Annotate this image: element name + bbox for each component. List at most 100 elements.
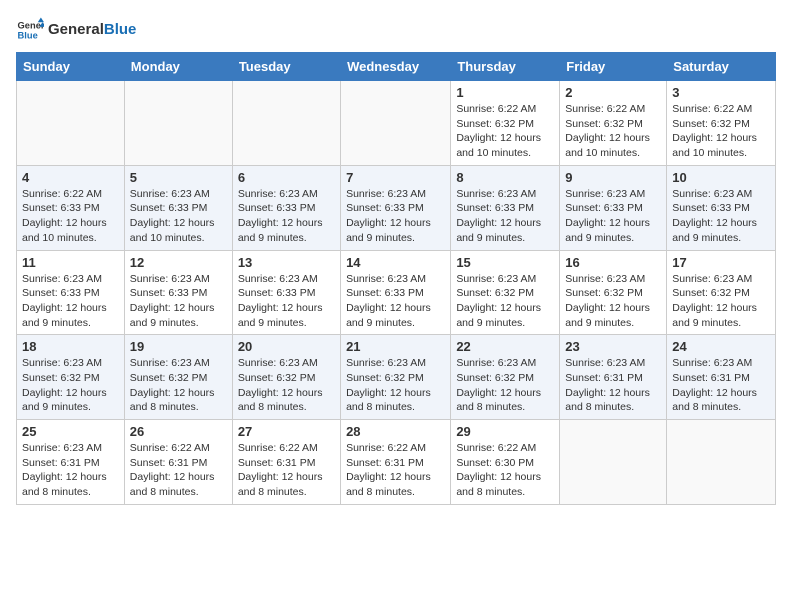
day-number: 15: [456, 255, 554, 270]
day-info: Sunrise: 6:23 AMSunset: 6:33 PMDaylight:…: [130, 187, 227, 246]
calendar-cell: 29 Sunrise: 6:22 AMSunset: 6:30 PMDayligh…: [451, 420, 560, 505]
calendar-cell: 6 Sunrise: 6:23 AMSunset: 6:33 PMDaylight…: [232, 165, 340, 250]
day-number: 12: [130, 255, 227, 270]
calendar-cell: 18 Sunrise: 6:23 AMSunset: 6:32 PMDayligh…: [17, 335, 125, 420]
calendar-cell: 22Sunrise: 6:23 AMSunset: 6:32 PMDayligh…: [451, 335, 560, 420]
calendar-cell: 1 Sunrise: 6:22 AMSunset: 6:32 PMDaylight…: [451, 81, 560, 166]
day-number: 5: [130, 170, 227, 185]
calendar-cell: 17Sunrise: 6:23 AMSunset: 6:32 PMDayligh…: [667, 250, 776, 335]
day-info: Sunrise: 6:22 AMSunset: 6:32 PMDaylight:…: [565, 102, 661, 161]
calendar-cell: 25 Sunrise: 6:23 AMSunset: 6:31 PMDayligh…: [17, 420, 125, 505]
calendar-cell: [667, 420, 776, 505]
calendar-cell: 27Sunrise: 6:22 AMSunset: 6:31 PMDayligh…: [232, 420, 340, 505]
svg-text:Blue: Blue: [18, 31, 38, 41]
day-info: Sunrise: 6:23 AMSunset: 6:33 PMDaylight:…: [130, 272, 227, 331]
calendar-cell: 26 Sunrise: 6:22 AMSunset: 6:31 PMDayligh…: [124, 420, 232, 505]
day-info: Sunrise: 6:23 AMSunset: 6:32 PMDaylight:…: [22, 356, 119, 415]
day-number: 6: [238, 170, 335, 185]
calendar-cell: 13 Sunrise: 6:23 AMSunset: 6:33 PMDayligh…: [232, 250, 340, 335]
calendar-cell: 15Sunrise: 6:23 AMSunset: 6:32 PMDayligh…: [451, 250, 560, 335]
day-info: Sunrise: 6:23 AMSunset: 6:33 PMDaylight:…: [346, 272, 445, 331]
calendar-header-row: SundayMondayTuesdayWednesdayThursdayFrid…: [17, 53, 776, 81]
calendar-cell: 21 Sunrise: 6:23 AMSunset: 6:32 PMDayligh…: [341, 335, 451, 420]
calendar-cell: 28 Sunrise: 6:22 AMSunset: 6:31 PMDayligh…: [341, 420, 451, 505]
week-row-1: 4Sunrise: 6:22 AMSunset: 6:33 PMDaylight…: [17, 165, 776, 250]
header-wednesday: Wednesday: [341, 53, 451, 81]
logo-blue: Blue: [104, 21, 137, 38]
day-info: Sunrise: 6:22 AMSunset: 6:31 PMDaylight:…: [130, 441, 227, 500]
day-number: 29: [456, 424, 554, 439]
day-info: Sunrise: 6:23 AMSunset: 6:32 PMDaylight:…: [238, 356, 335, 415]
calendar-cell: 10 Sunrise: 6:23 AMSunset: 6:33 PMDayligh…: [667, 165, 776, 250]
day-number: 28: [346, 424, 445, 439]
day-info: Sunrise: 6:22 AMSunset: 6:32 PMDaylight:…: [456, 102, 554, 161]
day-number: 22: [456, 339, 554, 354]
header-thursday: Thursday: [451, 53, 560, 81]
day-number: 25: [22, 424, 119, 439]
week-row-2: 11 Sunrise: 6:23 AMSunset: 6:33 PMDayligh…: [17, 250, 776, 335]
calendar-cell: [560, 420, 667, 505]
calendar-cell: 5 Sunrise: 6:23 AMSunset: 6:33 PMDaylight…: [124, 165, 232, 250]
day-number: 8: [456, 170, 554, 185]
day-info: Sunrise: 6:22 AMSunset: 6:31 PMDaylight:…: [346, 441, 445, 500]
day-number: 7: [346, 170, 445, 185]
day-number: 2: [565, 85, 661, 100]
day-number: 14: [346, 255, 445, 270]
day-info: Sunrise: 6:23 AMSunset: 6:31 PMDaylight:…: [22, 441, 119, 500]
day-info: Sunrise: 6:23 AMSunset: 6:32 PMDaylight:…: [346, 356, 445, 415]
day-number: 27: [238, 424, 335, 439]
calendar-table: SundayMondayTuesdayWednesdayThursdayFrid…: [16, 52, 776, 505]
week-row-0: 1 Sunrise: 6:22 AMSunset: 6:32 PMDaylight…: [17, 81, 776, 166]
logo-icon: General Blue: [16, 16, 44, 44]
day-number: 9: [565, 170, 661, 185]
day-number: 3: [672, 85, 770, 100]
header-saturday: Saturday: [667, 53, 776, 81]
day-number: 1: [456, 85, 554, 100]
day-number: 11: [22, 255, 119, 270]
calendar-cell: 4Sunrise: 6:22 AMSunset: 6:33 PMDaylight…: [17, 165, 125, 250]
calendar-cell: [17, 81, 125, 166]
header-tuesday: Tuesday: [232, 53, 340, 81]
logo: General Blue GeneralBlue: [16, 16, 136, 44]
calendar-cell: 7 Sunrise: 6:23 AMSunset: 6:33 PMDaylight…: [341, 165, 451, 250]
day-info: Sunrise: 6:23 AMSunset: 6:33 PMDaylight:…: [456, 187, 554, 246]
day-info: Sunrise: 6:23 AMSunset: 6:32 PMDaylight:…: [672, 272, 770, 331]
header-sunday: Sunday: [17, 53, 125, 81]
day-info: Sunrise: 6:23 AMSunset: 6:33 PMDaylight:…: [238, 272, 335, 331]
calendar-cell: 9Sunrise: 6:23 AMSunset: 6:33 PMDaylight…: [560, 165, 667, 250]
day-number: 16: [565, 255, 661, 270]
calendar-cell: 2 Sunrise: 6:22 AMSunset: 6:32 PMDaylight…: [560, 81, 667, 166]
calendar-cell: 3Sunrise: 6:22 AMSunset: 6:32 PMDaylight…: [667, 81, 776, 166]
day-info: Sunrise: 6:23 AMSunset: 6:31 PMDaylight:…: [672, 356, 770, 415]
day-info: Sunrise: 6:23 AMSunset: 6:31 PMDaylight:…: [565, 356, 661, 415]
day-number: 18: [22, 339, 119, 354]
calendar-cell: [341, 81, 451, 166]
day-number: 13: [238, 255, 335, 270]
calendar-cell: 12 Sunrise: 6:23 AMSunset: 6:33 PMDayligh…: [124, 250, 232, 335]
day-info: Sunrise: 6:22 AMSunset: 6:30 PMDaylight:…: [456, 441, 554, 500]
calendar-cell: 16 Sunrise: 6:23 AMSunset: 6:32 PMDayligh…: [560, 250, 667, 335]
day-info: Sunrise: 6:23 AMSunset: 6:33 PMDaylight:…: [672, 187, 770, 246]
calendar-cell: 11 Sunrise: 6:23 AMSunset: 6:33 PMDayligh…: [17, 250, 125, 335]
day-info: Sunrise: 6:22 AMSunset: 6:33 PMDaylight:…: [22, 187, 119, 246]
calendar-cell: 19Sunrise: 6:23 AMSunset: 6:32 PMDayligh…: [124, 335, 232, 420]
calendar-cell: 8 Sunrise: 6:23 AMSunset: 6:33 PMDaylight…: [451, 165, 560, 250]
day-number: 23: [565, 339, 661, 354]
calendar-cell: 14 Sunrise: 6:23 AMSunset: 6:33 PMDayligh…: [341, 250, 451, 335]
day-number: 20: [238, 339, 335, 354]
calendar-cell: [124, 81, 232, 166]
day-info: Sunrise: 6:23 AMSunset: 6:33 PMDaylight:…: [346, 187, 445, 246]
page-header: General Blue GeneralBlue: [16, 16, 776, 44]
calendar-cell: 23 Sunrise: 6:23 AMSunset: 6:31 PMDayligh…: [560, 335, 667, 420]
day-info: Sunrise: 6:23 AMSunset: 6:33 PMDaylight:…: [238, 187, 335, 246]
day-number: 21: [346, 339, 445, 354]
day-number: 26: [130, 424, 227, 439]
week-row-4: 25 Sunrise: 6:23 AMSunset: 6:31 PMDayligh…: [17, 420, 776, 505]
calendar-cell: [232, 81, 340, 166]
day-number: 24: [672, 339, 770, 354]
day-info: Sunrise: 6:23 AMSunset: 6:32 PMDaylight:…: [565, 272, 661, 331]
day-number: 10: [672, 170, 770, 185]
day-info: Sunrise: 6:23 AMSunset: 6:32 PMDaylight:…: [130, 356, 227, 415]
day-info: Sunrise: 6:23 AMSunset: 6:33 PMDaylight:…: [22, 272, 119, 331]
header-friday: Friday: [560, 53, 667, 81]
